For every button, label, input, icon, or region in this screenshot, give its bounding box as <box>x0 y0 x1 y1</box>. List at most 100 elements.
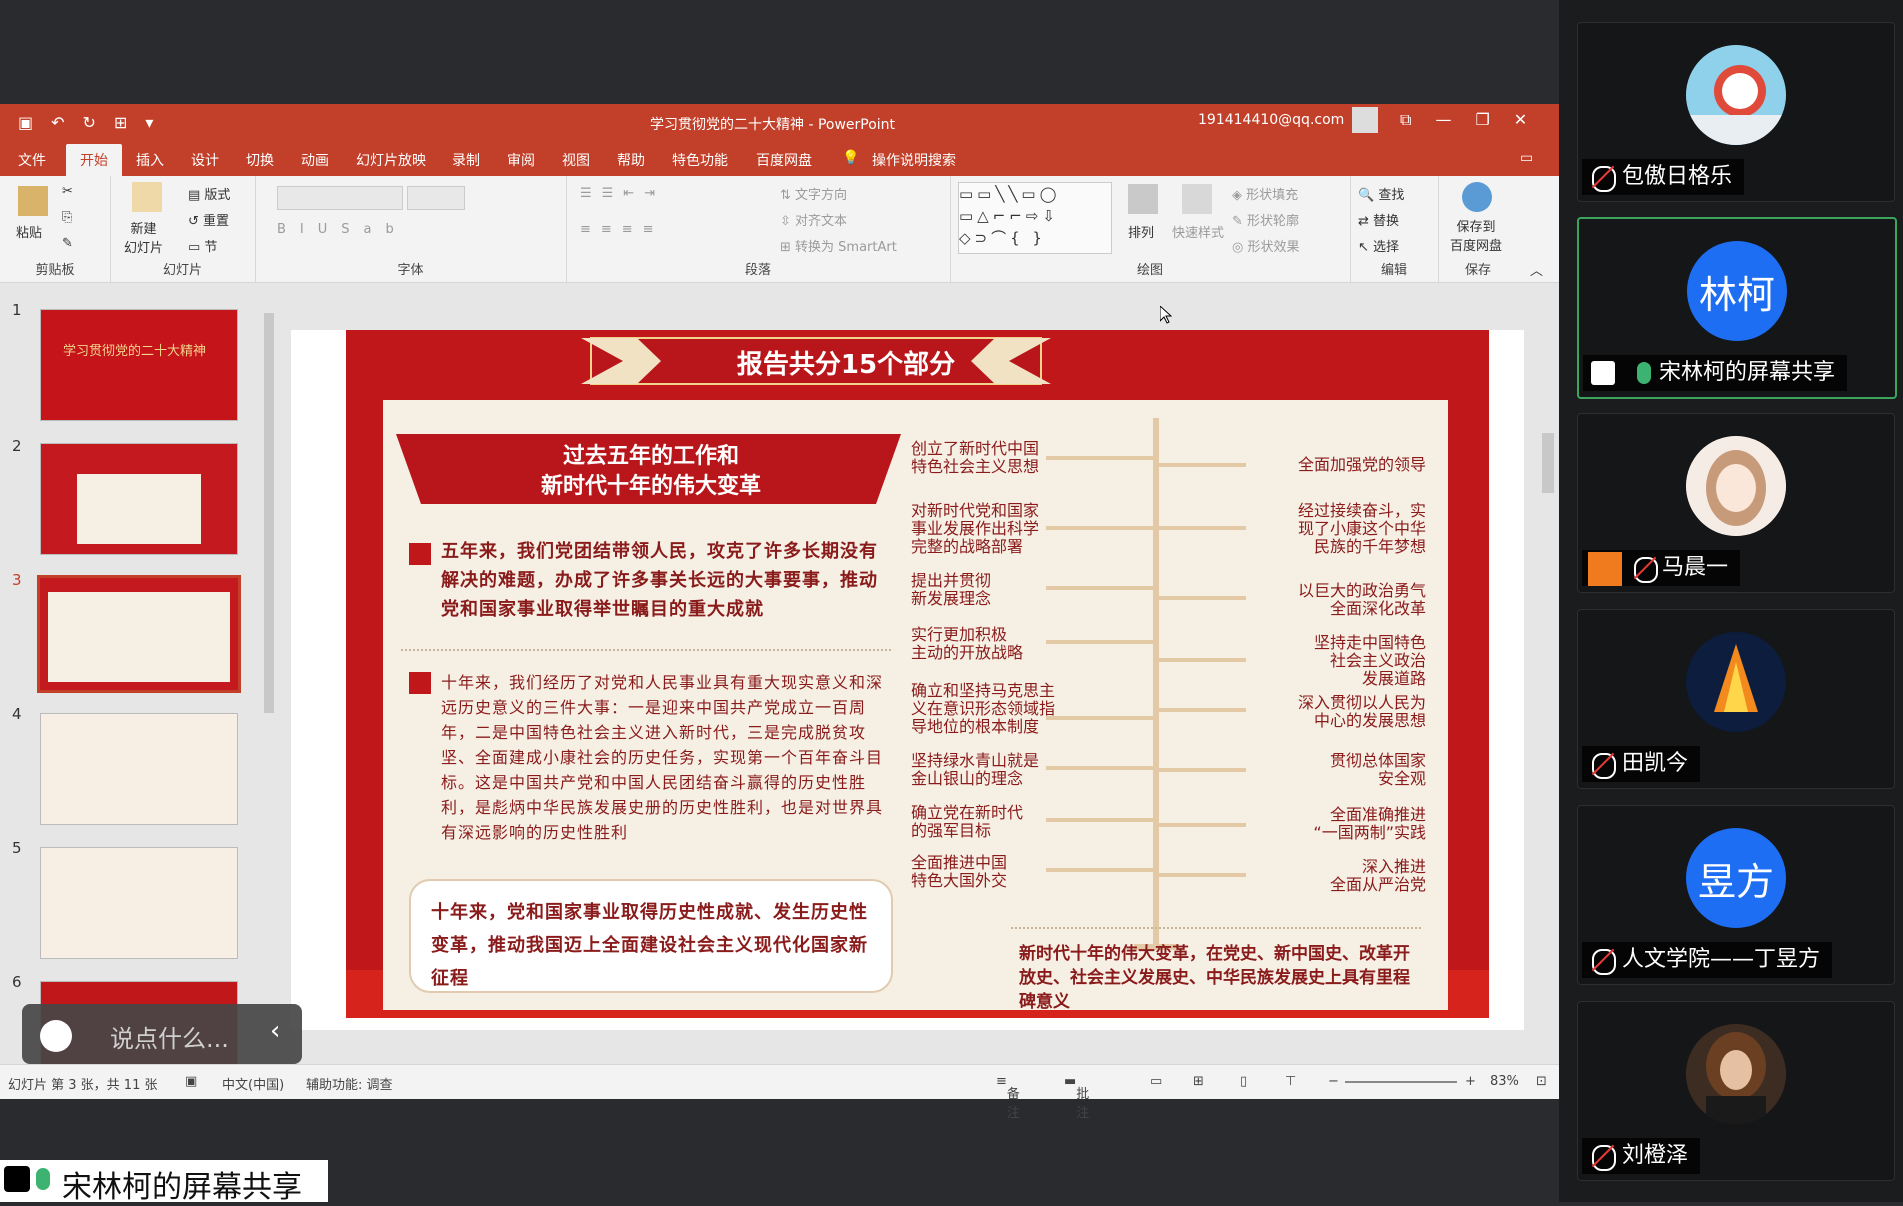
format-painter-icon[interactable]: ✎ <box>62 236 73 251</box>
slide-thumbnail-4[interactable] <box>40 713 238 825</box>
participant-card[interactable]: 包傲日格乐 <box>1577 22 1895 202</box>
tab-features[interactable]: 特色功能 <box>672 150 728 170</box>
font-family-input[interactable] <box>277 186 403 210</box>
tab-file[interactable]: 文件 <box>18 150 46 170</box>
shape-fill-button[interactable]: ◈ 形状填充 <box>1232 184 1298 203</box>
chevron-left-icon[interactable]: ‹ <box>270 1016 280 1046</box>
shapes-gallery[interactable]: ▭▭╲╲▭◯ ▭△⌐⌐⇨⇩ ◇⊃⌒{ } <box>958 182 1112 254</box>
slide-thumbnail-3[interactable] <box>37 575 241 693</box>
layout-button[interactable]: ▤ 版式 <box>188 184 230 203</box>
copy-icon[interactable]: ⎘ <box>62 210 72 225</box>
language-indicator[interactable]: 中文(中国) <box>222 1074 284 1093</box>
tab-design[interactable]: 设计 <box>191 150 219 170</box>
arrange-icon[interactable] <box>1128 184 1158 214</box>
tab-animations[interactable]: 动画 <box>301 150 329 170</box>
participant-card[interactable]: 田凯今 <box>1577 609 1895 789</box>
zoom-in-icon[interactable]: + <box>1465 1074 1476 1089</box>
font-size-input[interactable] <box>407 186 465 210</box>
section-button[interactable]: ▭ 节 <box>188 236 217 255</box>
scroll-thumb[interactable] <box>1542 433 1554 493</box>
shape-effects-button[interactable]: ◎ 形状效果 <box>1232 236 1300 255</box>
fit-slide-icon[interactable]: ⊡ <box>1536 1074 1547 1089</box>
tab-help[interactable]: 帮助 <box>617 150 645 170</box>
tell-me-search[interactable]: 操作说明搜索 <box>872 150 956 170</box>
tab-review[interactable]: 审阅 <box>507 150 535 170</box>
participant-name: 刘橙泽 <box>1582 1138 1701 1174</box>
save-baidu-button[interactable]: 保存到 百度网盘 <box>1450 216 1502 254</box>
text-direction-button[interactable]: ⇅ 文字方向 <box>780 184 847 203</box>
slide-thumbnail-1[interactable]: 学习贯彻党的二十大精神 <box>40 309 238 421</box>
tab-home[interactable]: 开始 <box>66 144 122 179</box>
font-format-buttons[interactable]: BIUSab <box>277 222 408 237</box>
screen-share-name: 宋林柯的屏幕共享 <box>62 1170 302 1205</box>
zoom-level[interactable]: 83% <box>1490 1074 1519 1089</box>
undo-icon[interactable]: ↶ <box>51 113 64 132</box>
cut-icon[interactable]: ✂ <box>62 184 73 199</box>
new-slide-button[interactable]: 新建 幻灯片 <box>124 218 163 256</box>
save-icon[interactable]: ▣ <box>18 113 33 132</box>
chat-input[interactable]: 说点什么... <box>110 1019 229 1054</box>
participant-card[interactable]: 昱方 人文学院——丁昱方 <box>1577 805 1895 985</box>
slide-thumbnail-2[interactable] <box>40 443 238 555</box>
tab-slideshow[interactable]: 幻灯片放映 <box>356 150 426 170</box>
current-slide[interactable]: 报告共分15个部分 过去五年的工作和 新时代十年的伟大变革 五年来，我们党团结带… <box>291 330 1524 1030</box>
scroll-thumb[interactable] <box>264 313 274 713</box>
present-icon[interactable]: ⊞ <box>114 113 127 132</box>
participant-name-text: 包傲日格乐 <box>1622 164 1733 189</box>
collapse-ribbon-icon[interactable]: ︿ <box>1530 260 1543 279</box>
baidu-cloud-icon[interactable] <box>1462 182 1492 212</box>
zoom-out-icon[interactable]: − <box>1328 1074 1339 1089</box>
tab-record[interactable]: 录制 <box>452 150 480 170</box>
paste-icon[interactable] <box>18 186 48 216</box>
slide-sorter-icon[interactable]: ⊞ <box>1193 1074 1204 1089</box>
lightbulb-icon: 💡 <box>842 150 860 166</box>
reset-label: 重置 <box>203 214 230 229</box>
ribbon-display-icon[interactable]: ⧉ <box>1400 110 1411 130</box>
user-avatar[interactable] <box>1352 107 1378 133</box>
normal-view-icon[interactable]: ▭ <box>1150 1074 1162 1089</box>
quick-styles-label[interactable]: 快速样式 <box>1172 222 1224 241</box>
slide-thumbnail-5[interactable] <box>40 847 238 959</box>
smartart-button[interactable]: ⊞ 转换为 SmartArt <box>780 236 897 255</box>
tab-transitions[interactable]: 切换 <box>246 150 274 170</box>
shape-outline-button[interactable]: ✎ 形状轮廓 <box>1232 210 1299 229</box>
participant-card[interactable]: 马晨一 <box>1577 413 1895 593</box>
zoom-slider[interactable] <box>1345 1081 1457 1083</box>
redo-icon[interactable]: ↻ <box>83 113 96 132</box>
participant-card-active[interactable]: 林柯 宋林柯的屏幕共享 <box>1577 217 1897 399</box>
arrange-label[interactable]: 排列 <box>1128 222 1154 241</box>
select-label: 选择 <box>1373 240 1400 255</box>
reset-button[interactable]: ↺ 重置 <box>188 210 229 229</box>
align-text-label: 对齐文本 <box>795 214 848 229</box>
editor-scrollbar[interactable] <box>1540 283 1556 1063</box>
user-email[interactable]: 191414410@qq.com <box>1198 112 1344 128</box>
quick-styles-icon[interactable] <box>1182 184 1212 214</box>
thumbnails-scrollbar[interactable] <box>262 283 276 1063</box>
emoji-icon[interactable] <box>40 1020 72 1052</box>
replace-button[interactable]: ⇄ 替换 <box>1358 210 1399 229</box>
reading-view-icon[interactable]: ▯ <box>1240 1074 1247 1089</box>
align-text-button[interactable]: ⇳ 对齐文本 <box>780 210 847 229</box>
select-button[interactable]: ↖ 选择 <box>1358 236 1399 255</box>
customize-icon[interactable]: ▾ <box>145 113 153 132</box>
restore-icon[interactable]: ❐ <box>1475 110 1489 130</box>
spellcheck-icon[interactable]: ▣ <box>185 1074 197 1089</box>
comments-button[interactable]: ▬ 批注 <box>1064 1074 1089 1121</box>
list-buttons[interactable]: ☰☰⇤⇥ <box>580 186 665 201</box>
participant-card[interactable]: 刘橙泽 <box>1577 1001 1895 1181</box>
slideshow-icon[interactable]: ⊤ <box>1285 1074 1296 1089</box>
tab-insert[interactable]: 插入 <box>136 150 164 170</box>
align-buttons[interactable]: ≡≡≡≡ <box>580 222 664 237</box>
find-button[interactable]: 🔍 查找 <box>1358 184 1404 203</box>
slide-left-banner: 过去五年的工作和 新时代十年的伟大变革 <box>540 444 761 499</box>
close-icon[interactable]: ✕ <box>1514 110 1527 130</box>
tab-view[interactable]: 视图 <box>562 150 590 170</box>
comment-icon[interactable]: ▭ <box>1520 150 1533 166</box>
chat-input-bar[interactable]: 说点什么... ‹ <box>22 1004 302 1064</box>
new-slide-icon[interactable] <box>132 182 162 212</box>
minimize-icon[interactable]: — <box>1435 110 1451 130</box>
accessibility-status[interactable]: 辅助功能: 调查 <box>306 1074 393 1093</box>
paste-label[interactable]: 粘贴 <box>16 222 42 241</box>
tab-baidu[interactable]: 百度网盘 <box>756 150 812 170</box>
notes-button[interactable]: ≡ 备注 <box>996 1074 1020 1121</box>
